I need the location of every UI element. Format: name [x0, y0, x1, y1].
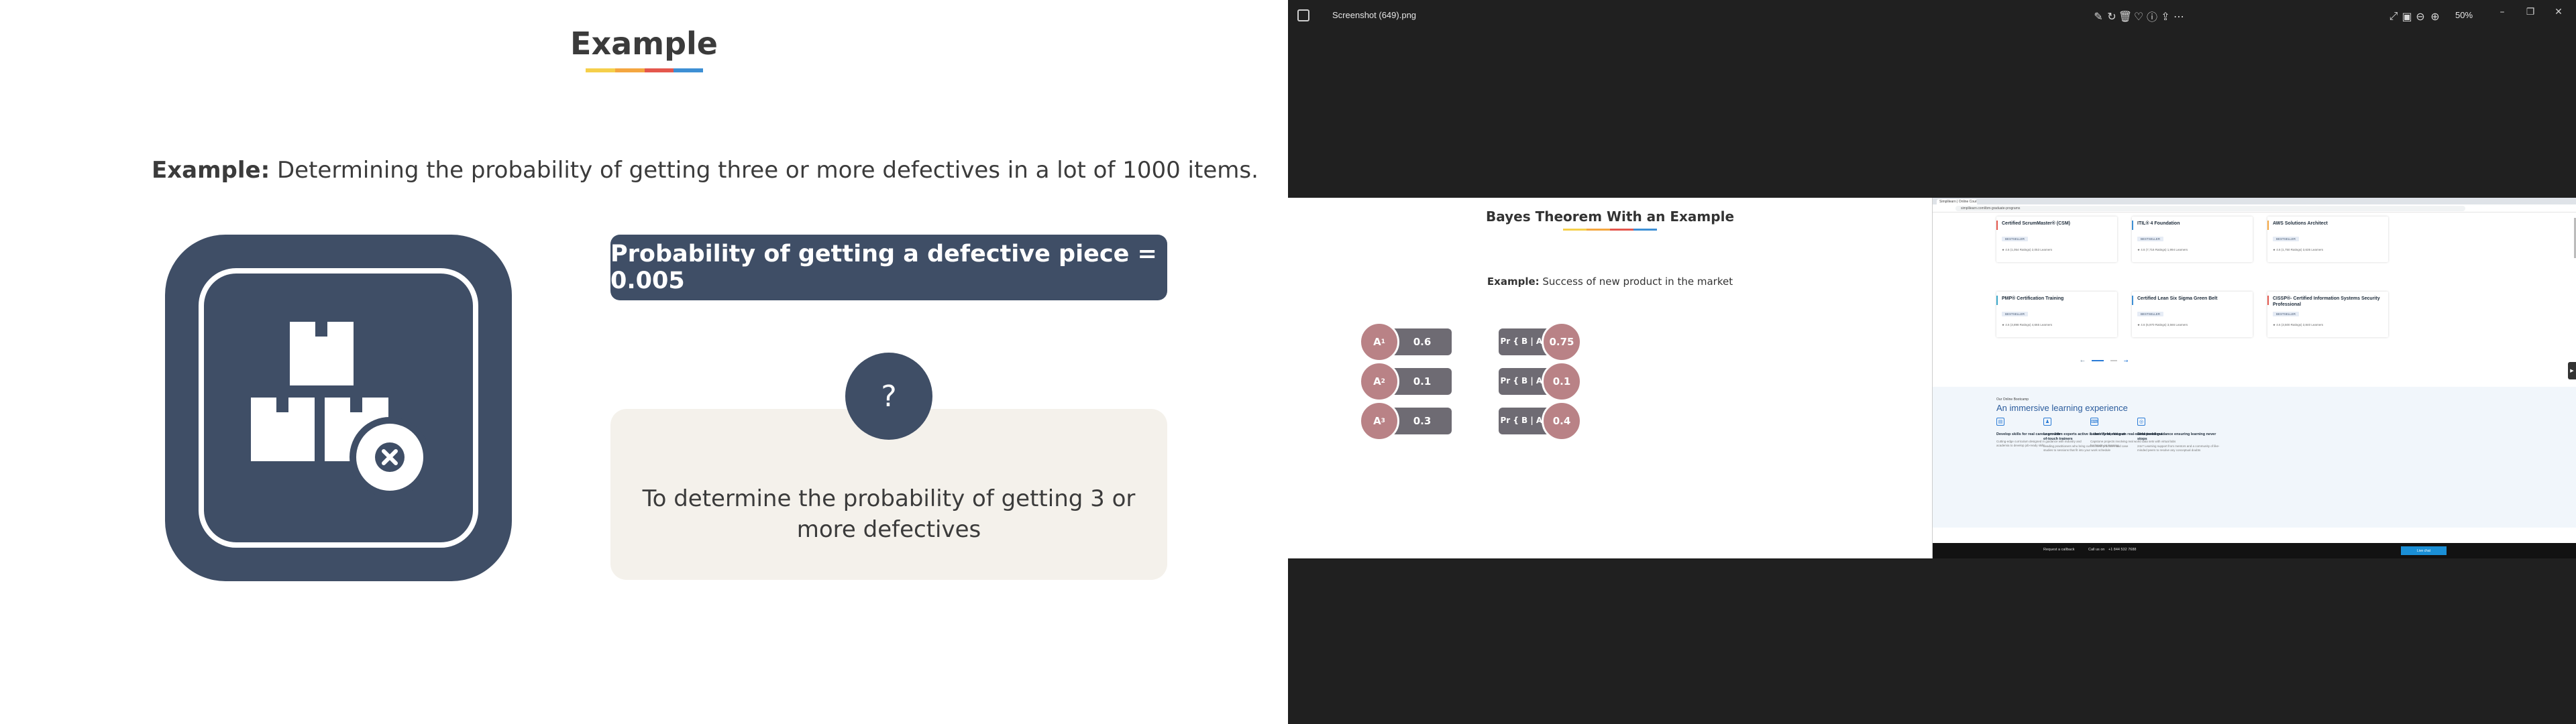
card-stripe [2267, 221, 2269, 230]
browser-footer-bar: Request a callback Call us on +1 844 532… [1933, 543, 2576, 558]
photo-viewer-window: Screenshot (649).png ✎ ↻ 🗑 ♡ ⓘ ⇪ ⋯ ⤢ ▣ ⊖… [1288, 0, 2576, 724]
feature-icon: ♟ [2043, 418, 2051, 426]
course-meta: ★ 4.6 (7,716 Ratings) 1,994 Learners [2137, 248, 2188, 251]
box-defect-icon [165, 235, 512, 581]
browser-url: simplilearn.com/ibm-graduate-programs [1955, 206, 2465, 211]
bayes-title-underline [1563, 229, 1657, 231]
course-tag: BESTSELLER [2002, 237, 2029, 241]
browser-screenshot: Simplilearn | Online Courses simplilearn… [1932, 198, 2576, 558]
carousel-dot[interactable] [2110, 360, 2117, 361]
course-meta: ★ 4.6 (6,970 Ratings) 3,566 Learners [2137, 323, 2188, 326]
example-statement: Example: Determining the probability of … [152, 157, 1258, 184]
viewer-titlebar: Screenshot (649).png ✎ ↻ 🗑 ♡ ⓘ ⇪ ⋯ ⤢ ▣ ⊖… [1288, 0, 2576, 32]
bayes-title: Bayes Theorem With an Example [1485, 208, 1735, 225]
slide-title: Example [570, 25, 718, 62]
bayes-example-text: Success of new product in the market [1539, 276, 1733, 288]
course-name: Certified Lean Six Sigma Green Belt [2137, 296, 2218, 301]
card-stripe [1996, 296, 1998, 305]
image-canvas[interactable]: Bayes Theorem With an Example Example: S… [1288, 198, 2576, 558]
course-card: ITIL® 4 Foundation BESTSELLER ★ 4.6 (7,7… [2132, 217, 2253, 262]
call-us-label: Call us on [2088, 548, 2105, 552]
feature-title: Structured guidance ensuring learning ne… [2137, 432, 2216, 441]
feature-icon: ▤ [1996, 418, 2004, 426]
course-name: ITIL® 4 Foundation [2137, 221, 2180, 226]
likelihood-value-1: 0.75 [1542, 322, 1582, 362]
prior-label-1: A1 [1359, 322, 1399, 362]
course-name: Certified ScrumMaster® (CSM) [2002, 221, 2071, 226]
request-callback-link[interactable]: Request a callback [2043, 548, 2074, 552]
presentation-slide: Example Example: Determining the probabi… [0, 0, 1288, 724]
feature-item: ◎ Structured guidance ensuring learning … [2137, 418, 2224, 452]
course-meta: ★ 4.6 (3,500 Ratings) 3,840 Learners [2273, 323, 2324, 326]
feature-icon: ⌨ [2090, 418, 2098, 426]
section-heading: An immersive learning experience [1996, 403, 2128, 413]
feature-desc: 24x7 Learning support from mentors and a… [2137, 444, 2220, 452]
likelihood-value-3: 0.4 [1542, 401, 1582, 441]
course-card: CISSP®- Certified Information Systems Se… [2267, 292, 2388, 337]
side-expand-icon[interactable]: ▶ [2568, 362, 2576, 379]
card-stripe [2132, 221, 2133, 230]
boxes-graphic [251, 322, 430, 497]
card-stripe [1996, 221, 1998, 230]
browser-tabstrip: Simplilearn | Online Courses [1933, 198, 2576, 204]
course-meta: ★ 4.6 (3,898 Ratings) 4,665 Learners [2002, 323, 2053, 326]
minimize-icon[interactable]: – [2489, 4, 2516, 20]
carousel-next-icon[interactable]: → [2124, 358, 2129, 364]
course-card: PMP® Certification Training BESTSELLER ★… [1996, 292, 2117, 337]
zoom-in-icon[interactable]: ⊕ [2427, 8, 2443, 24]
zoom-out-icon[interactable]: ⊖ [2412, 8, 2428, 24]
example-label: Example: [152, 157, 270, 184]
carousel-prev-icon[interactable]: ← [2080, 358, 2085, 364]
course-tag: BESTSELLER [2273, 312, 2300, 316]
probability-box: Probability of getting a defective piece… [610, 235, 1167, 300]
course-name: PMP® Certification Training [2002, 296, 2064, 301]
title-underline [586, 68, 703, 72]
course-card: AWS Solutions Architect BESTSELLER ★ 4.6… [2267, 217, 2388, 262]
close-icon[interactable]: ✕ [2545, 4, 2572, 20]
example-text: Determining the probability of getting t… [270, 157, 1258, 184]
file-name: Screenshot (649).png [1332, 10, 1417, 20]
restore-icon[interactable]: ❐ [2517, 4, 2544, 20]
card-stripe [2267, 296, 2269, 305]
course-meta: ★ 4.6 (1,054 Ratings) 2,053 Learners [2002, 248, 2053, 251]
section-kicker: Our Online Bootcamp [1996, 398, 2029, 402]
more-icon[interactable]: ⋯ [2171, 8, 2187, 24]
carousel-controls: ← → [2080, 358, 2129, 364]
zoom-level: 50% [2455, 10, 2473, 20]
course-card: Certified ScrumMaster® (CSM) BESTSELLER … [1996, 217, 2117, 262]
bayes-slide: Bayes Theorem With an Example Example: S… [1288, 198, 1932, 558]
likelihood-value-2: 0.1 [1542, 361, 1582, 402]
learning-experience-section: Our Online Bootcamp An immersive learnin… [1933, 387, 2576, 528]
card-stripe [2132, 296, 2133, 305]
feature-icon: ◎ [2137, 418, 2145, 426]
prior-label-3: A3 [1359, 401, 1399, 441]
course-tag: BESTSELLER [2002, 312, 2029, 316]
course-tag: BESTSELLER [2137, 312, 2164, 316]
question-circle: ? [845, 353, 932, 440]
browser-address-bar: simplilearn.com/ibm-graduate-programs [1933, 204, 2576, 213]
live-chat-button[interactable]: Live chat [2401, 546, 2447, 555]
course-tag: BESTSELLER [2273, 237, 2300, 241]
phone-number[interactable]: +1 844 532 7688 [2108, 548, 2136, 552]
prior-label-2: A2 [1359, 361, 1399, 402]
course-card: Certified Lean Six Sigma Green Belt BEST… [2132, 292, 2253, 337]
browser-tab: Simplilearn | Online Courses [1937, 199, 1977, 204]
course-tag: BESTSELLER [2137, 237, 2164, 241]
carousel-dot-active[interactable] [2091, 360, 2104, 361]
course-name: AWS Solutions Architect [2273, 221, 2328, 226]
course-meta: ★ 4.6 (1,750 Ratings) 3,635 Learners [2273, 248, 2324, 251]
bayes-example-label: Example: [1487, 276, 1540, 288]
bayes-example: Example: Success of new product in the m… [1288, 276, 1932, 288]
photos-app-icon [1297, 9, 1309, 21]
course-name: CISSP®- Certified Information Systems Se… [2273, 296, 2380, 307]
